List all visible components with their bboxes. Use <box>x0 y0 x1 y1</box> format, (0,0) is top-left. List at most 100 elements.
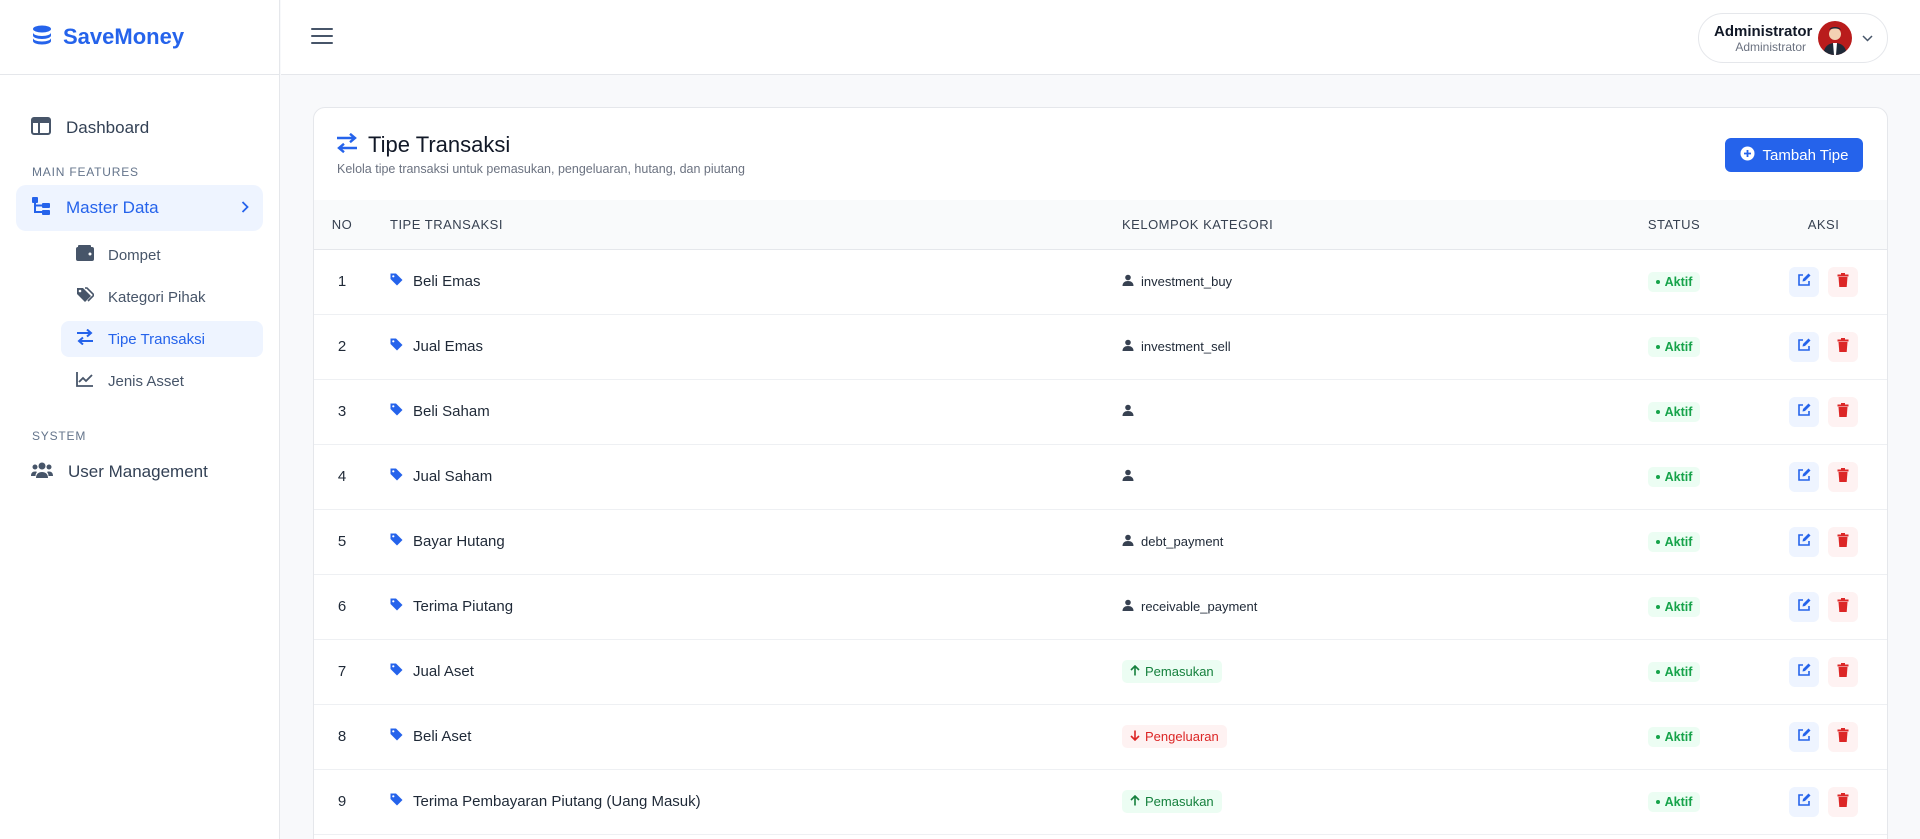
row-number: 6 <box>314 574 370 640</box>
sidebar-item-master-data[interactable]: Master Data <box>16 185 263 231</box>
edit-button[interactable] <box>1789 461 1819 492</box>
arrow-down-icon <box>1130 729 1140 744</box>
kelompok-text: investment_buy <box>1141 274 1233 289</box>
kelompok-text: receivable_payment <box>1141 599 1258 614</box>
actions-cell <box>1760 444 1887 510</box>
sidebar-item-label: Dompet <box>108 246 161 264</box>
tag-icon <box>390 338 403 355</box>
tipe-cell: Jual Saham <box>390 468 1122 485</box>
tag-icon <box>390 793 403 810</box>
table-row: 1 Beli Emas investment_buy Aktif <box>314 249 1887 315</box>
kelompok-value: investment_buy <box>1122 274 1588 289</box>
section-main-features: MAIN FEATURES <box>32 165 139 179</box>
actions-cell <box>1760 379 1887 445</box>
trash-icon <box>1837 727 1849 746</box>
delete-button[interactable] <box>1828 526 1858 557</box>
edit-button[interactable] <box>1789 396 1819 427</box>
table-row: 8 Beli Aset Pengeluaran Aktif <box>314 704 1887 770</box>
delete-button[interactable] <box>1828 396 1858 427</box>
table-row: 3 Beli Saham Aktif <box>314 379 1887 445</box>
tipe-cell-wrap: Jual Aset <box>370 639 1122 705</box>
delete-button[interactable] <box>1828 591 1858 622</box>
edit-icon <box>1797 403 1811 421</box>
edit-button[interactable] <box>1789 266 1819 297</box>
row-number: 1 <box>314 249 370 315</box>
add-type-button[interactable]: Tambah Tipe <box>1725 138 1863 172</box>
delete-button[interactable] <box>1828 331 1858 362</box>
row-actions <box>1789 266 1858 297</box>
brand[interactable]: SaveMoney <box>0 0 279 75</box>
arrow-up-icon <box>1130 664 1140 679</box>
kelompok-text: Pemasukan <box>1145 794 1214 809</box>
status-cell: Aktif <box>1588 769 1760 835</box>
kelompok-cell <box>1122 379 1588 445</box>
kelompok-text: Pemasukan <box>1145 664 1214 679</box>
status-badge: Aktif <box>1647 402 1701 422</box>
user-name: Administrator <box>1714 22 1813 40</box>
tipe-cell-wrap: Terima Piutang <box>370 574 1122 640</box>
add-type-label: Tambah Tipe <box>1762 146 1849 164</box>
trash-icon <box>1837 402 1849 421</box>
row-actions <box>1789 396 1858 427</box>
sidebar-item-user-management[interactable]: User Management <box>16 449 263 495</box>
sidebar-item-dompet[interactable]: Dompet <box>61 237 263 273</box>
user-menu[interactable]: Administrator Administrator <box>1698 13 1888 63</box>
col-header-tipe: TIPE TRANSAKSI <box>370 200 1122 250</box>
row-number: 8 <box>314 704 370 770</box>
tipe-cell: Terima Piutang <box>390 598 1122 615</box>
actions-cell <box>1760 704 1887 770</box>
chevron-right-icon <box>241 198 249 218</box>
sidebar-item-jenis-asset[interactable]: Jenis Asset <box>61 363 263 399</box>
coins-icon <box>31 24 53 51</box>
chevron-down-icon <box>1862 29 1873 47</box>
row-actions <box>1789 721 1858 752</box>
delete-button[interactable] <box>1828 721 1858 752</box>
edit-button[interactable] <box>1789 656 1819 687</box>
row-number: 4 <box>314 444 370 510</box>
delete-button[interactable] <box>1828 266 1858 297</box>
edit-button[interactable] <box>1789 721 1819 752</box>
tipe-cell: Jual Aset <box>390 663 1122 680</box>
kelompok-cell: debt_payment <box>1122 509 1588 575</box>
row-number: 5 <box>314 509 370 575</box>
status-badge: Aktif <box>1647 792 1701 812</box>
tipe-name: Beli Saham <box>413 403 490 420</box>
kelompok-badge: Pemasukan <box>1122 660 1222 683</box>
menu-toggle-icon[interactable] <box>311 28 333 48</box>
page-subtitle: Kelola tipe transaksi untuk pemasukan, p… <box>337 162 745 176</box>
delete-button[interactable] <box>1828 786 1858 817</box>
kelompok-cell <box>1122 444 1588 510</box>
status-badge: Aktif <box>1647 662 1701 682</box>
table-row: 7 Jual Aset Pemasukan Aktif <box>314 639 1887 705</box>
arrow-up-icon <box>1130 794 1140 809</box>
sidebar-item-label: Tipe Transaksi <box>108 330 205 348</box>
sidebar-nav: Dashboard MAIN FEATURES Master Data Domp… <box>0 75 279 495</box>
col-header-no: NO <box>314 200 370 250</box>
sidebar-item-tipe-transaksi[interactable]: Tipe Transaksi <box>61 321 263 357</box>
table-body: 1 Beli Emas investment_buy Aktif 2 Jual … <box>314 249 1887 835</box>
table-row: 5 Bayar Hutang debt_payment Aktif <box>314 509 1887 575</box>
edit-button[interactable] <box>1789 331 1819 362</box>
user-tie-icon <box>1122 534 1134 549</box>
title-row: Tipe Transaksi <box>336 132 510 158</box>
edit-button[interactable] <box>1789 591 1819 622</box>
trash-icon <box>1837 662 1849 681</box>
edit-icon <box>1797 468 1811 486</box>
tipe-cell: Jual Emas <box>390 338 1122 355</box>
edit-icon <box>1797 793 1811 811</box>
status-cell: Aktif <box>1588 249 1760 315</box>
edit-button[interactable] <box>1789 526 1819 557</box>
delete-button[interactable] <box>1828 656 1858 687</box>
tipe-name: Beli Emas <box>413 273 481 290</box>
edit-icon <box>1797 338 1811 356</box>
sidebar-item-kategori-pihak[interactable]: Kategori Pihak <box>61 279 263 315</box>
edit-icon <box>1797 273 1811 291</box>
edit-button[interactable] <box>1789 786 1819 817</box>
delete-button[interactable] <box>1828 461 1858 492</box>
trash-icon <box>1837 532 1849 551</box>
row-actions <box>1789 526 1858 557</box>
transaction-types-card: Tipe Transaksi Kelola tipe transaksi unt… <box>313 107 1888 839</box>
sidebar-item-dashboard[interactable]: Dashboard <box>16 105 263 151</box>
status-badge: Aktif <box>1647 467 1701 487</box>
kelompok-text: investment_sell <box>1141 339 1231 354</box>
